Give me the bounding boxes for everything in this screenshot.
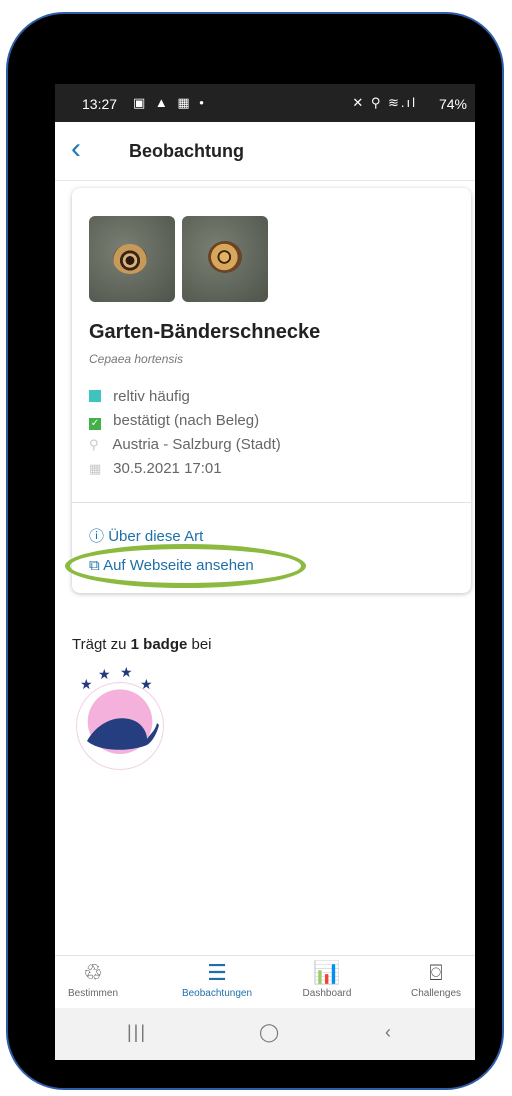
bottom-navigation: ♲ Bestimmen ☰ Beobachtungen 📊 Dashboard …: [55, 955, 475, 1008]
shell-image: [208, 241, 242, 273]
shell-image: [113, 244, 147, 274]
snail-photo-1[interactable]: [89, 216, 175, 302]
card-divider: [72, 502, 471, 503]
status-time: 13:27: [82, 96, 118, 112]
nav-bestimmen[interactable]: ♲ Bestimmen: [55, 956, 139, 999]
about-species-label: Über diese Art: [108, 528, 204, 545]
badge-circle: [76, 682, 164, 770]
phone-frame: 13:27 ▣ ▲ ▦ • ✕ ⚲ ≋.ıl 74% ‹ Beobachtung…: [6, 12, 504, 1090]
species-common-name: Garten-Bänderschnecke: [89, 321, 321, 343]
badge-contribution-text: Trägt zu 1 badge bei: [72, 636, 212, 653]
observation-card: Garten-Bänderschnecke Cepaea hortensis r…: [65, 188, 471, 593]
status-row: ✓ bestätigt (nach Beleg): [89, 412, 259, 430]
location-row: ⚲ Austria - Salzburg (Stadt): [89, 436, 281, 453]
star-icon: ★: [98, 666, 111, 682]
location-text: Austria - Salzburg (Stadt): [112, 436, 281, 453]
back-icon[interactable]: ‹: [385, 1022, 391, 1043]
nav-label: Beobachtungen: [181, 988, 253, 999]
recent-apps-icon[interactable]: |||: [127, 1022, 147, 1043]
nav-label: Dashboard: [302, 988, 352, 999]
app-bar: ‹ Beobachtung: [55, 122, 475, 181]
check-icon: ✓: [89, 418, 101, 430]
back-chevron-icon[interactable]: ‹: [71, 134, 81, 164]
datetime-text: 30.5.2021 17:01: [113, 460, 222, 477]
list-icon: ☰: [207, 960, 227, 985]
badge-suffix: bei: [187, 636, 212, 653]
highlight-oval: [65, 544, 306, 588]
badge-count: 1 badge: [130, 636, 188, 653]
frequency-text: reltiv häufig: [113, 388, 190, 405]
battery-level: 74%: [438, 96, 467, 112]
species-latin-name: Cepaea hortensis: [89, 352, 184, 366]
info-icon: ⓘ: [89, 528, 105, 545]
about-species-link[interactable]: ⓘ Über diese Art: [89, 525, 203, 546]
date-row: ▦ 30.5.2021 17:01: [89, 460, 222, 477]
snail-photo-2[interactable]: [182, 216, 268, 302]
frequency-row: reltiv häufig: [89, 388, 190, 405]
home-icon[interactable]: ◯: [259, 1022, 279, 1043]
location-pin-icon: ⚲: [89, 437, 99, 452]
nav-label: Bestimmen: [67, 988, 118, 999]
system-navigation-bar: ||| ◯ ‹: [55, 1008, 475, 1060]
notification-icons: ▣ ▲ ▦ •: [133, 95, 207, 110]
badge-prefix: Trägt zu: [72, 636, 131, 653]
star-icon: ★: [120, 664, 133, 680]
nav-beobachtungen[interactable]: ☰ Beobachtungen: [171, 956, 263, 999]
nav-challenges[interactable]: ⌼ Challenges: [390, 956, 475, 999]
status-bar: 13:27 ▣ ▲ ▦ • ✕ ⚲ ≋.ıl 74%: [55, 84, 475, 122]
chart-icon: 📊: [313, 960, 341, 985]
calendar-icon: ▦: [89, 461, 102, 476]
frequency-square-icon: [89, 390, 101, 402]
snail-badge[interactable]: ★ ★ ★ ★: [76, 662, 164, 770]
snail-silhouette-icon: [87, 718, 159, 750]
page-title: Beobachtung: [129, 141, 244, 161]
signal-icons: ✕ ⚲ ≋.ıl: [352, 95, 417, 110]
nav-dashboard[interactable]: 📊 Dashboard: [281, 956, 373, 999]
challenge-icon: ⌼: [429, 960, 443, 985]
nav-label: Challenges: [410, 988, 462, 999]
identify-icon: ♲: [83, 960, 103, 985]
status-text: bestätigt (nach Beleg): [113, 412, 260, 429]
app-screen: 13:27 ▣ ▲ ▦ • ✕ ⚲ ≋.ıl 74% ‹ Beobachtung…: [55, 84, 475, 1060]
